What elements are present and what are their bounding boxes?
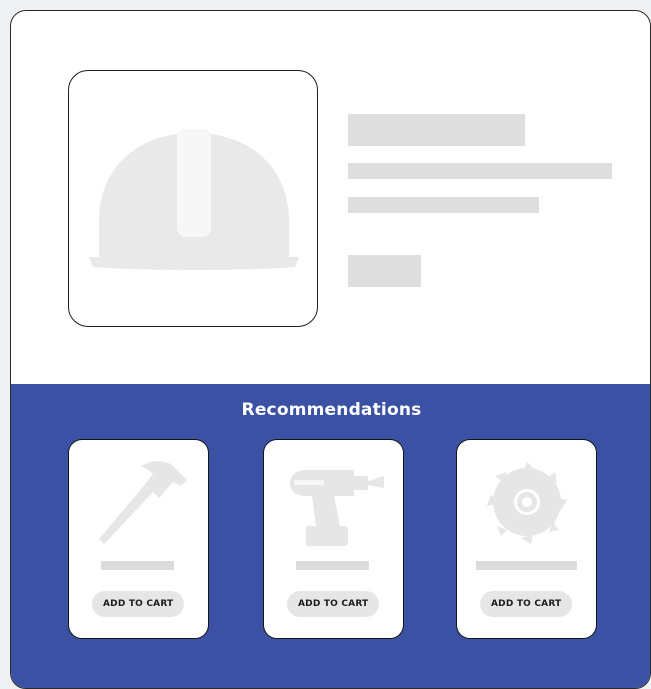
recommendation-card-hammer[interactable]: ADD TO CART xyxy=(68,439,209,639)
product-description-line-1 xyxy=(348,163,612,179)
recommendations-section: Recommendations ADD TO CART ADD TO CART xyxy=(11,384,650,688)
product-price-placeholder xyxy=(348,255,421,287)
product-description-line-2 xyxy=(348,197,539,213)
add-to-cart-button[interactable]: ADD TO CART xyxy=(92,591,185,617)
drill-icon xyxy=(290,470,384,546)
product-name-placeholder xyxy=(101,561,174,570)
saw-blade-icon xyxy=(487,462,567,544)
recommendations-title: Recommendations xyxy=(241,400,422,420)
hard-hat-icon xyxy=(89,129,299,270)
hammer-icon xyxy=(99,461,187,544)
product-image xyxy=(68,70,318,327)
product-name-placeholder xyxy=(296,561,369,570)
add-to-cart-button[interactable]: ADD TO CART xyxy=(287,591,380,617)
product-name-placeholder xyxy=(476,561,577,570)
product-page-card: Recommendations ADD TO CART ADD TO CART xyxy=(10,10,651,689)
recommendation-card-drill[interactable]: ADD TO CART xyxy=(263,439,404,639)
recommendation-card-saw-blade[interactable]: ADD TO CART xyxy=(456,439,597,639)
product-title-placeholder xyxy=(348,114,525,146)
add-to-cart-button[interactable]: ADD TO CART xyxy=(480,591,573,617)
